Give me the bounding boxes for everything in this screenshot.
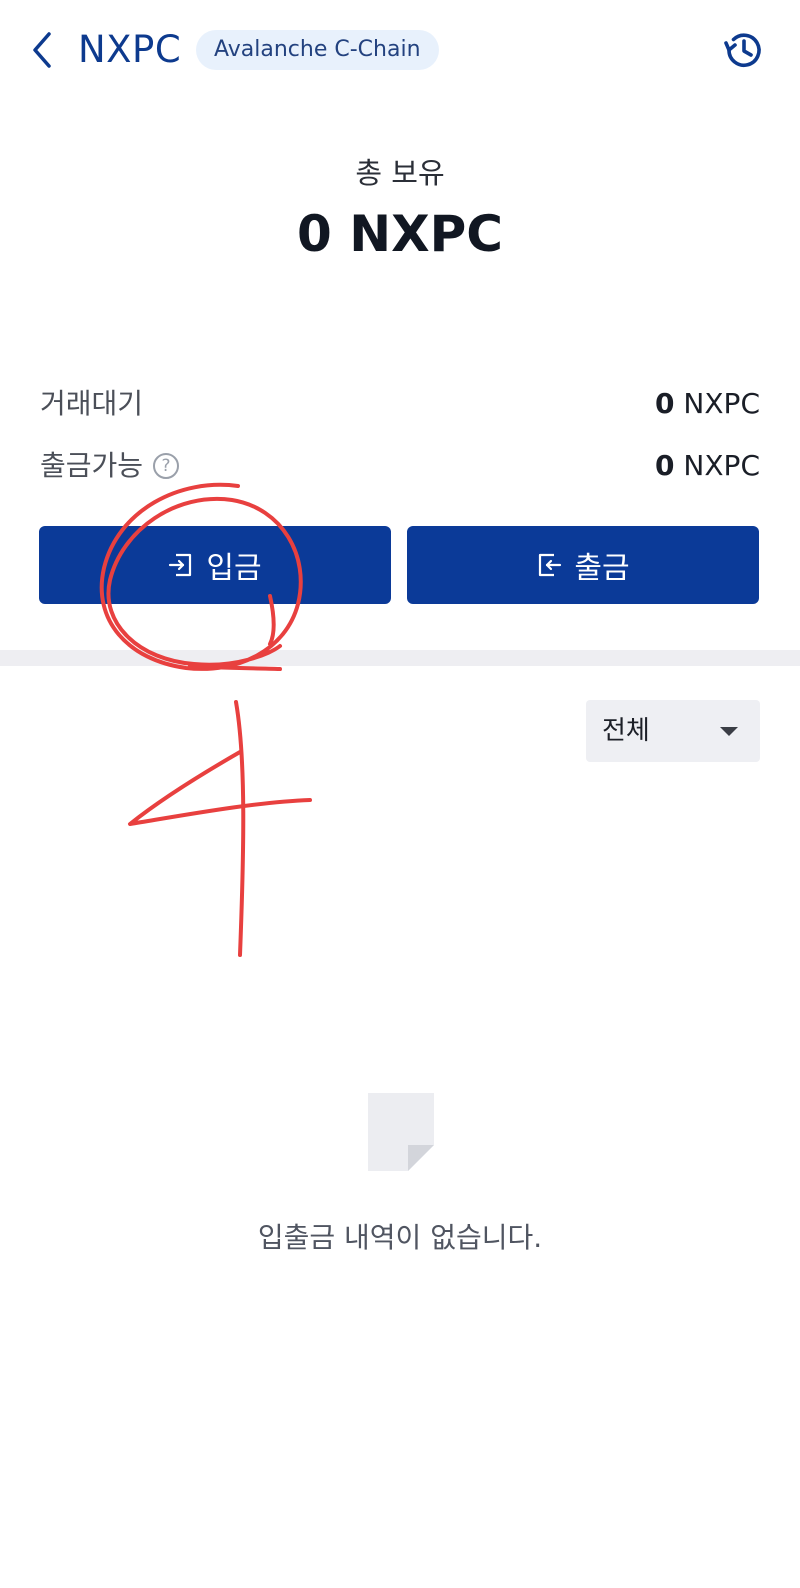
withdrawable-balance-label-wrap: 출금가능 ? xyxy=(40,443,180,489)
caret-down-icon xyxy=(720,727,738,736)
total-holdings-value: 0 NXPC xyxy=(297,205,503,263)
top-app-bar: NXPC Avalanche C-Chain xyxy=(0,0,800,100)
filter-selected-label: 전체 xyxy=(602,716,650,746)
page-title: NXPC xyxy=(78,28,182,71)
pending-balance-amount: 0 xyxy=(655,387,675,420)
total-holdings-label: 총 보유 xyxy=(355,156,445,190)
document-icon xyxy=(368,1093,434,1171)
withdrawable-balance-amount: 0 xyxy=(655,449,675,482)
withdrawable-balance-unit: NXPC xyxy=(674,449,760,482)
back-button[interactable] xyxy=(20,24,64,76)
history-button[interactable] xyxy=(720,26,768,74)
chain-badge: Avalanche C-Chain xyxy=(196,30,439,70)
section-divider xyxy=(0,650,800,666)
deposit-icon xyxy=(169,553,192,577)
withdrawable-balance-label: 출금가능 xyxy=(40,449,144,482)
empty-history-message: 입출금 내역이 없습니다. xyxy=(257,1221,543,1254)
deposit-button[interactable]: 입금 xyxy=(39,526,391,604)
withdrawable-balance-value: 0 NXPC xyxy=(655,443,760,489)
withdraw-label: 출금 xyxy=(574,551,630,586)
withdraw-button[interactable]: 출금 xyxy=(407,526,759,604)
withdraw-icon xyxy=(539,553,562,577)
history-icon xyxy=(724,33,761,67)
chevron-left-icon xyxy=(33,32,51,68)
withdrawable-balance-row: 출금가능 ? 0 NXPC xyxy=(40,443,760,489)
pending-balance-label: 거래대기 xyxy=(40,387,144,420)
pending-balance-unit: NXPC xyxy=(674,387,760,420)
pending-balance-row: 거래대기 0 NXPC xyxy=(40,381,760,427)
history-filter-dropdown[interactable]: 전체 xyxy=(586,700,760,762)
help-icon[interactable]: ? xyxy=(153,453,180,479)
deposit-label: 입금 xyxy=(206,551,262,586)
pending-balance-value: 0 NXPC xyxy=(655,381,760,427)
